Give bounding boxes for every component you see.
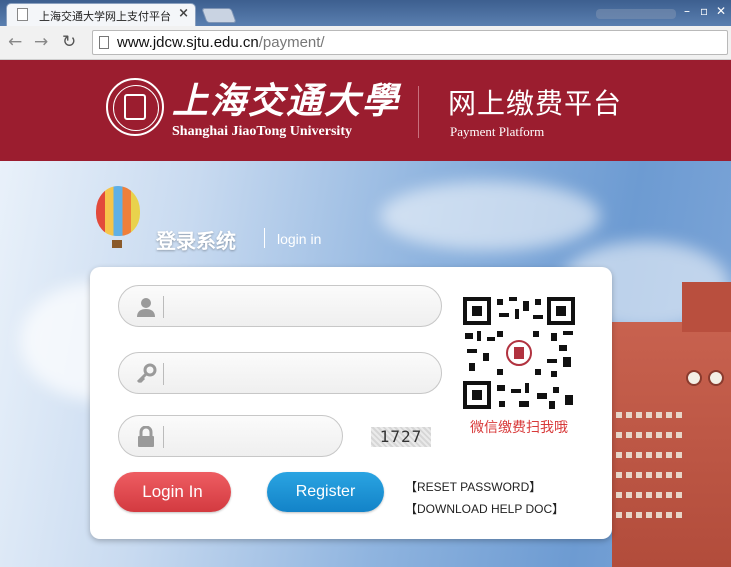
browser-tab-bar: 上海交通大学网上支付平台 × – ▫ ✕: [0, 0, 731, 26]
download-help-link[interactable]: 【DOWNLOAD HELP DOC】: [405, 500, 564, 517]
user-icon: [137, 298, 155, 317]
login-button[interactable]: Login In: [114, 472, 231, 512]
url-text: www.jdcw.sjtu.edu.cn/payment/: [117, 34, 325, 51]
page-icon: [17, 8, 28, 21]
close-icon[interactable]: ×: [178, 6, 189, 21]
heading-divider: [264, 228, 265, 248]
key-icon: [136, 363, 157, 384]
platform-title-en: Payment Platform: [450, 124, 545, 139]
balloon-basket: [112, 240, 122, 248]
tab-title: 上海交通大学网上支付平台: [39, 10, 171, 23]
username-input[interactable]: [169, 294, 419, 318]
reload-icon[interactable]: ↻: [62, 32, 76, 52]
qr-caption: 微信缴费扫我哦: [470, 420, 568, 436]
reset-password-link[interactable]: 【RESET PASSWORD】: [405, 478, 541, 495]
register-button[interactable]: Register: [267, 472, 384, 512]
maximize-icon[interactable]: ▫: [700, 4, 708, 18]
input-divider: [163, 426, 164, 448]
university-name-en: Shanghai JiaoTong University: [172, 124, 352, 139]
new-tab-button[interactable]: [201, 8, 237, 23]
close-window-icon[interactable]: ✕: [716, 4, 726, 18]
balloon-icon: [96, 186, 140, 236]
password-input[interactable]: [169, 361, 419, 385]
minimize-icon[interactable]: –: [684, 4, 690, 18]
forward-icon[interactable]: →: [34, 32, 48, 52]
username-field[interactable]: [118, 285, 442, 327]
university-name-cn: 上海交通大學: [172, 80, 401, 122]
browser-toolbar: ← → ↻ www.jdcw.sjtu.edu.cn/payment/: [0, 26, 731, 60]
password-field[interactable]: [118, 352, 442, 394]
platform-title-cn: 网上缴费平台: [448, 87, 623, 120]
campus-building: [612, 282, 731, 567]
input-divider: [163, 296, 164, 318]
login-heading: 登录系统: [156, 229, 236, 253]
page-icon: [99, 36, 109, 49]
header-divider: [418, 86, 419, 138]
lock-icon: [138, 426, 154, 447]
qr-code-icon: [463, 297, 575, 409]
input-divider: [163, 363, 164, 385]
captcha-input[interactable]: [169, 424, 329, 448]
login-subheading: login in: [277, 231, 322, 247]
site-header: 上海交通大學 Shanghai JiaoTong University 网上缴费…: [0, 60, 731, 161]
profile-label: [596, 9, 676, 19]
captcha-field[interactable]: [118, 415, 343, 457]
university-seal-icon: [106, 78, 164, 136]
captcha-image[interactable]: 1727: [371, 427, 431, 447]
browser-tab[interactable]: 上海交通大学网上支付平台 ×: [6, 3, 196, 26]
back-icon[interactable]: ←: [8, 32, 22, 52]
address-bar[interactable]: www.jdcw.sjtu.edu.cn/payment/: [92, 30, 728, 55]
login-panel: 1727 微信缴费扫我哦 Login In Register 【RESET PA…: [90, 267, 612, 539]
